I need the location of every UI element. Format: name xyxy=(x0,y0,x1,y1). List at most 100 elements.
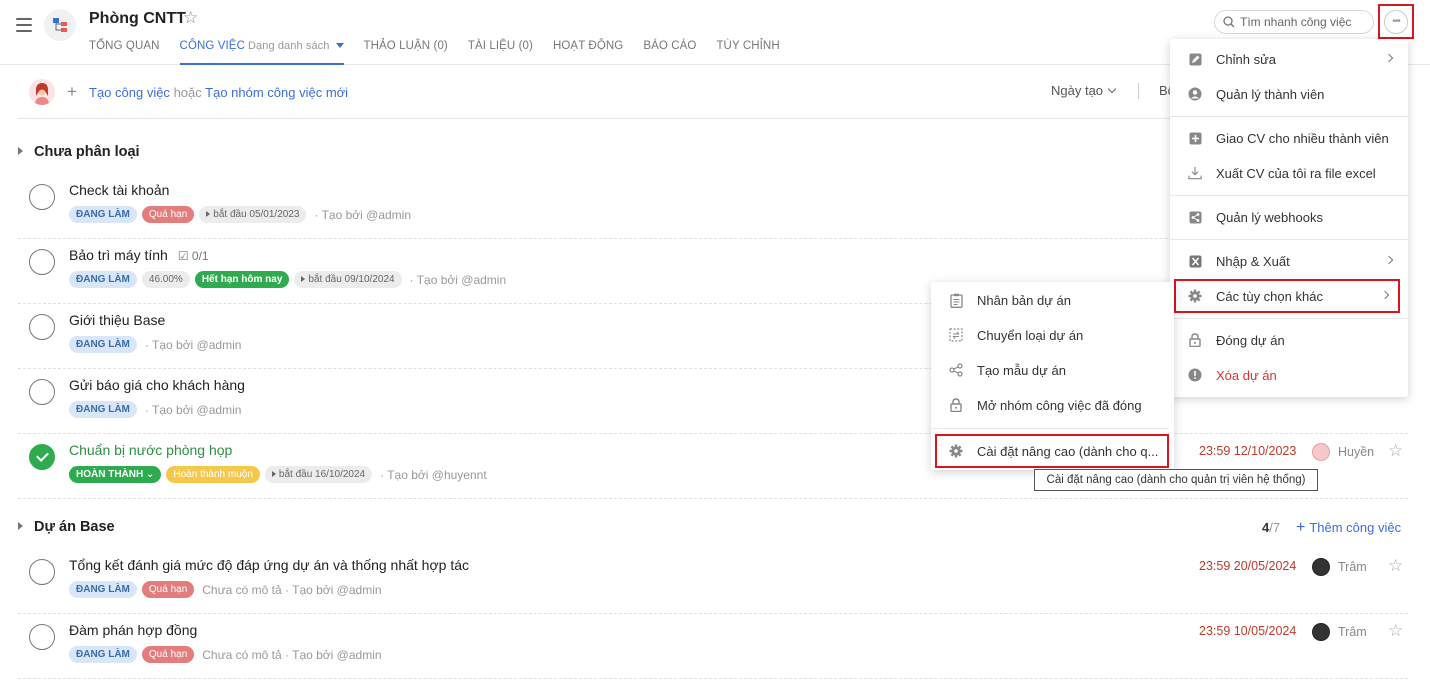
menu-item-open-closed-groups[interactable]: Mở nhóm công việc đã đóng xyxy=(931,388,1174,422)
star-icon[interactable]: ☆ xyxy=(1388,621,1403,641)
create-task-links: Tạo công việc hoặc Tạo nhóm công việc mớ… xyxy=(89,85,348,100)
due-date[interactable]: 23:59 20/05/2024 xyxy=(1199,559,1296,573)
menu-item-label: Cài đặt nâng cao (dành cho q... xyxy=(977,443,1159,459)
task-checkbox[interactable] xyxy=(29,559,55,585)
tab-discussion[interactable]: THẢO LUẬN (0) xyxy=(364,39,448,65)
task-name[interactable]: Chuẩn bị nước phòng họp xyxy=(69,442,232,458)
menu-item-assign-multiple[interactable]: Giao CV cho nhiều thành viên xyxy=(1170,121,1408,155)
divider xyxy=(1170,239,1408,240)
project-logo-icon xyxy=(44,9,76,41)
task-checkbox[interactable] xyxy=(29,624,55,650)
menu-item-label: Mở nhóm công việc đã đóng xyxy=(977,397,1142,413)
task-creator: Chưa có mô tả · Tạo bởi @admin xyxy=(202,582,382,597)
group-name: Chưa phân loại xyxy=(34,144,140,160)
start-date: bắt đầu 05/01/2023 xyxy=(213,209,300,220)
status-badge[interactable]: HOÀN THÀNH ⌄ xyxy=(69,466,162,483)
menu-item-advanced-settings[interactable]: Cài đặt nâng cao (dành cho q... xyxy=(935,434,1169,468)
tab-reports[interactable]: BÁO CÁO xyxy=(643,39,696,65)
tab-tasks[interactable]: CÔNG VIỆC Dạng danh sách xyxy=(179,39,344,65)
task-checkbox[interactable] xyxy=(29,249,55,275)
assignee-name: Trâm xyxy=(1338,625,1367,639)
task-name[interactable]: Tổng kết đánh giá mức độ đáp ứng dự án v… xyxy=(69,557,469,573)
assignee[interactable]: Trâm xyxy=(1312,623,1367,641)
task-row[interactable]: Tổng kết đánh giá mức độ đáp ứng dự án v… xyxy=(18,549,1408,614)
overdue-badge: Quá hạn xyxy=(141,581,195,598)
menu-item-other-options[interactable]: Các tùy chọn khác xyxy=(1174,279,1400,313)
search-box[interactable] xyxy=(1214,10,1374,34)
task-creator: · Tạo bởi @admin xyxy=(314,207,412,222)
menu-item-export-excel[interactable]: Xuất CV của tôi ra file excel xyxy=(1170,156,1408,190)
star-icon[interactable]: ☆ xyxy=(1388,441,1403,461)
tooltip: Cài đặt nâng cao (dành cho quản trị viên… xyxy=(1034,469,1318,491)
tab-overview[interactable]: TỔNG QUAN xyxy=(89,39,160,65)
assignee[interactable]: Huyền xyxy=(1312,443,1374,461)
alert-icon xyxy=(1188,368,1202,382)
add-task-label: Thêm công việc xyxy=(1309,520,1402,535)
tab-tasks-view: Dạng danh sách xyxy=(247,40,330,52)
sort-dropdown[interactable]: Ngày tạo xyxy=(1051,83,1117,98)
status-badge[interactable]: ĐANG LÀM xyxy=(69,646,137,663)
divider xyxy=(1170,116,1408,117)
group-header[interactable]: Dự án Base 4/7 + Thêm công việc xyxy=(18,514,1408,544)
due-date[interactable]: 23:59 10/05/2024 xyxy=(1199,624,1296,638)
caret-right-icon[interactable] xyxy=(18,522,23,530)
create-group-link[interactable]: Tạo nhóm công việc mới xyxy=(205,85,348,100)
menu-item-change-project-type[interactable]: Chuyển loại dự án xyxy=(931,318,1174,352)
avatar xyxy=(29,79,55,105)
task-checkbox[interactable] xyxy=(29,379,55,405)
status-badge[interactable]: ĐANG LÀM xyxy=(69,336,137,353)
task-name[interactable]: Đàm phán hợp đồng xyxy=(69,622,197,638)
caret-right-icon[interactable] xyxy=(18,147,23,155)
progress-badge: 46.00% xyxy=(141,271,190,288)
excel-icon xyxy=(1188,254,1202,268)
unlock-icon xyxy=(949,398,963,412)
task-name[interactable]: Check tài khoản xyxy=(69,182,169,198)
menu-item-webhooks[interactable]: Quản lý webhooks xyxy=(1170,200,1408,234)
assignee-name: Huyền xyxy=(1338,445,1375,459)
play-icon xyxy=(206,211,211,218)
tab-activity[interactable]: HOẠT ĐỘNG xyxy=(553,39,623,65)
chevron-right-icon xyxy=(1384,53,1394,63)
favorite-star-icon[interactable]: ☆ xyxy=(183,8,198,28)
task-checkbox[interactable] xyxy=(29,184,55,210)
caret-down-icon[interactable] xyxy=(335,43,344,49)
menu-item-duplicate-project[interactable]: Nhân bản dự án xyxy=(931,283,1174,317)
tab-customize[interactable]: TÙY CHỈNH xyxy=(716,39,779,65)
due-date[interactable]: 23:59 12/10/2023 xyxy=(1199,444,1296,458)
task-creator: · Tạo bởi @admin xyxy=(144,402,242,417)
group-name: Dự án Base xyxy=(34,519,115,535)
status-badge[interactable]: ĐANG LÀM xyxy=(69,206,137,223)
gear-icon xyxy=(949,444,963,458)
assignee[interactable]: Trâm xyxy=(1312,558,1367,576)
menu-item-members[interactable]: Quản lý thành viên xyxy=(1170,77,1408,111)
task-name[interactable]: Bảo trì máy tính ☑ 0/1 xyxy=(69,247,209,263)
status-badge[interactable]: ĐANG LÀM xyxy=(69,581,137,598)
menu-item-close-project[interactable]: Đóng dự án xyxy=(1170,323,1408,357)
divider xyxy=(1170,318,1408,319)
status-badge[interactable]: ĐANG LÀM xyxy=(69,401,137,418)
star-icon[interactable]: ☆ xyxy=(1388,556,1403,576)
task-creator: · Tạo bởi @admin xyxy=(409,272,507,287)
menu-item-edit[interactable]: Chỉnh sửa xyxy=(1170,42,1408,76)
project-title: Phòng CNTT xyxy=(89,10,186,27)
more-options-button[interactable]: ••• xyxy=(1378,4,1414,39)
add-task-button[interactable]: + Thêm công việc xyxy=(1296,519,1401,537)
task-row[interactable]: Đàm phán hợp đồng ĐANG LÀM Quá hạn Chưa … xyxy=(18,614,1408,679)
task-name[interactable]: Gửi báo giá cho khách hàng xyxy=(69,377,245,393)
menu-item-import-export[interactable]: Nhập & Xuất xyxy=(1170,244,1408,278)
task-checkbox-done[interactable] xyxy=(29,444,55,470)
create-task-link[interactable]: Tạo công việc xyxy=(89,85,170,100)
hamburger-menu-icon[interactable] xyxy=(16,18,32,32)
menu-item-create-template[interactable]: Tạo mẫu dự án xyxy=(931,353,1174,387)
task-checkbox[interactable] xyxy=(29,314,55,340)
menu-item-label: Các tùy chọn khác xyxy=(1216,288,1323,304)
status-badge[interactable]: ĐANG LÀM xyxy=(69,271,137,288)
plus-icon[interactable]: + xyxy=(67,82,77,102)
plus-icon: + xyxy=(1296,519,1306,536)
task-name[interactable]: Giới thiệu Base xyxy=(69,312,165,328)
search-input[interactable] xyxy=(1240,15,1370,29)
tab-documents[interactable]: TÀI LIỆU (0) xyxy=(468,39,533,65)
menu-item-label: Xuất CV của tôi ra file excel xyxy=(1216,165,1376,181)
avatar xyxy=(1312,558,1330,576)
menu-item-delete-project[interactable]: Xóa dự án xyxy=(1170,358,1408,392)
